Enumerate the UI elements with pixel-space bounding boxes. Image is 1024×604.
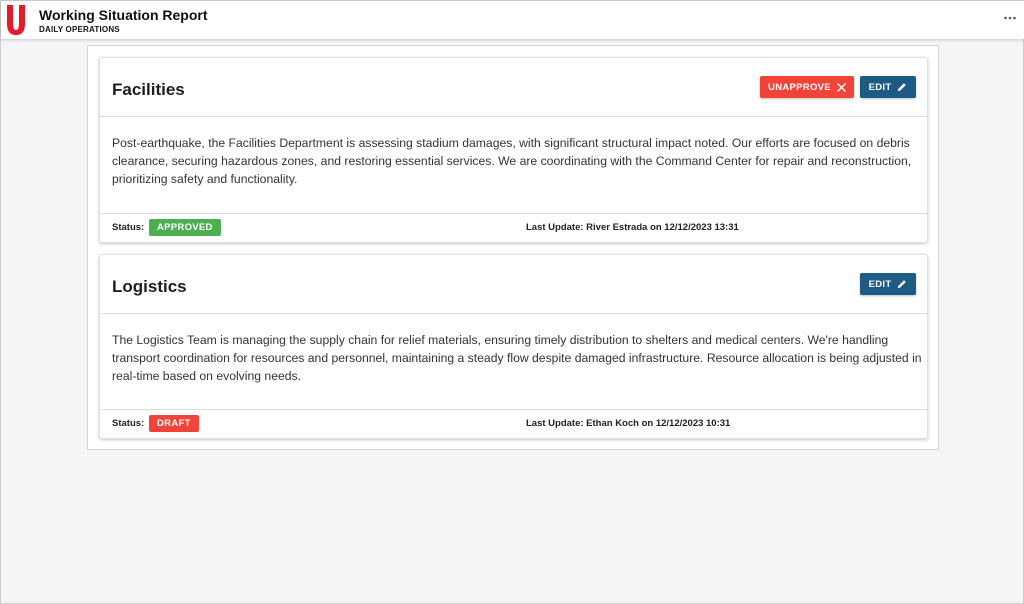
card-body-text: Post-earthquake, the Facilities Departme… <box>112 136 912 186</box>
card-title: Logistics <box>112 277 187 296</box>
brand-logo-icon <box>7 5 25 35</box>
card-header: Facilities UNAPPROVE EDIT <box>100 58 927 117</box>
card-footer: Status: APPROVED Last Update: River Estr… <box>100 213 927 242</box>
last-update-text: Last Update: Ethan Koch on 12/12/2023 10… <box>526 418 731 429</box>
more-horizontal-icon[interactable] <box>1003 11 1017 25</box>
last-update-text: Last Update: River Estrada on 12/12/2023… <box>526 222 739 233</box>
close-icon <box>837 82 846 92</box>
section-card-facilities: Facilities UNAPPROVE EDIT Post-earthquak… <box>99 57 928 243</box>
unapprove-button[interactable]: UNAPPROVE <box>760 76 854 98</box>
card-body-text: The Logistics Team is managing the suppl… <box>112 333 922 383</box>
status-badge: DRAFT <box>149 415 199 432</box>
card-title: Facilities <box>112 80 185 99</box>
unapprove-button-label: UNAPPROVE <box>768 81 831 93</box>
app-window: Working Situation Report DAILY OPERATION… <box>0 0 1024 604</box>
section-card-logistics: Logistics EDIT The Logistics Team is man… <box>99 254 928 439</box>
pencil-icon <box>898 83 907 92</box>
app-header: Working Situation Report DAILY OPERATION… <box>1 1 1024 39</box>
status-badge: APPROVED <box>149 219 221 236</box>
app-subtitle: DAILY OPERATIONS <box>39 25 120 34</box>
report-container: Facilities UNAPPROVE EDIT Post-earthquak… <box>87 45 939 450</box>
pencil-icon <box>898 280 907 289</box>
card-header: Logistics EDIT <box>100 255 927 314</box>
status-label: Status: <box>112 222 145 233</box>
edit-button-label: EDIT <box>868 81 892 93</box>
edit-button-label: EDIT <box>868 278 892 290</box>
edit-button[interactable]: EDIT <box>860 273 916 295</box>
edit-button[interactable]: EDIT <box>860 76 916 98</box>
app-title: Working Situation Report <box>39 7 208 23</box>
card-footer: Status: DRAFT Last Update: Ethan Koch on… <box>100 409 927 438</box>
status-label: Status: <box>112 418 145 429</box>
